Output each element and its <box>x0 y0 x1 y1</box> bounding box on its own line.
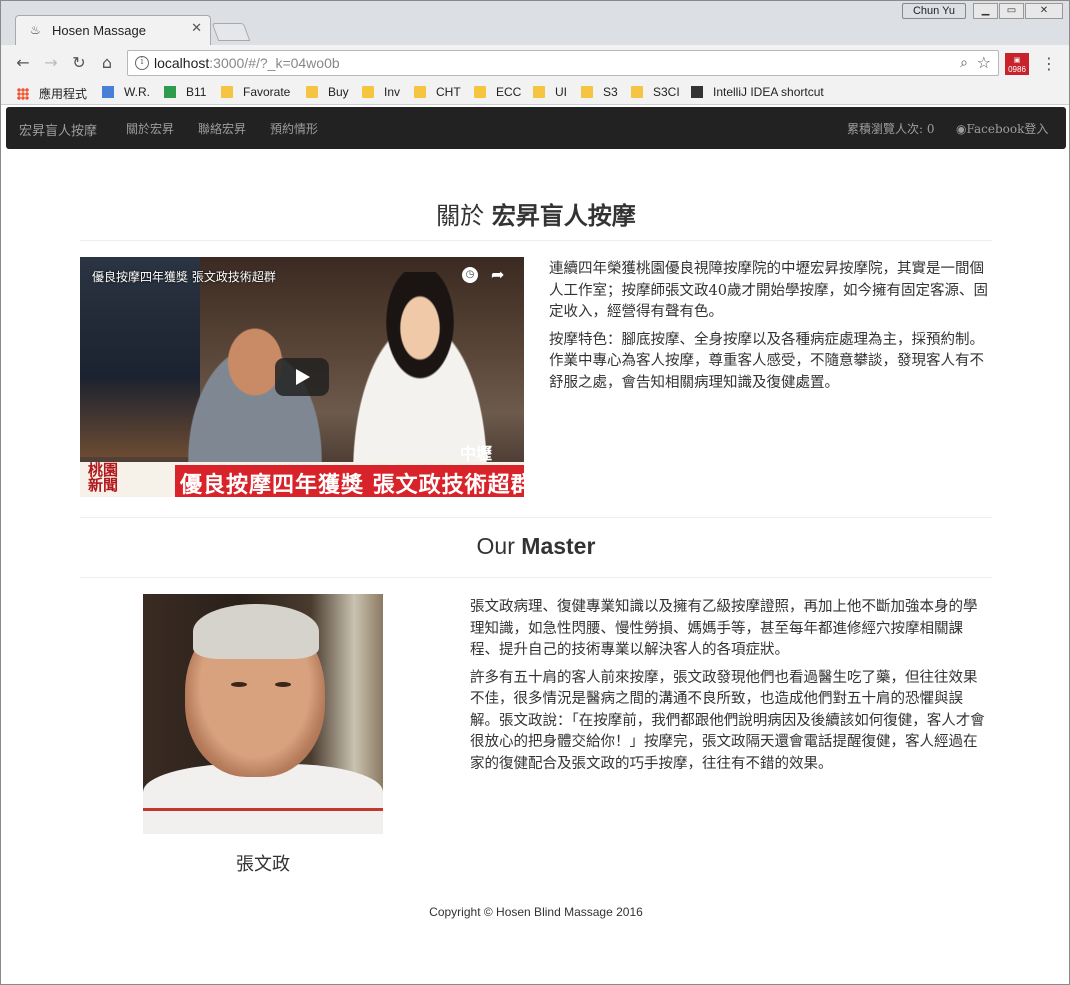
facebook-login-link[interactable]: ◉Facebook登入 <box>956 120 1048 137</box>
master-paragraph: 張文政病理、復健專業知識以及擁有乙級按摩證照，再加上他不斷加強本身的學理知識，如… <box>470 599 978 658</box>
master-name: 張文政 <box>236 854 290 875</box>
home-icon[interactable]: ⌂ <box>97 53 117 73</box>
visitor-counter: 累積瀏覽人次: 0 <box>847 122 935 136</box>
divider <box>80 577 992 578</box>
bookmark-star-icon[interactable]: ☆ <box>977 53 991 72</box>
nav-booking[interactable]: 預約情形 <box>270 120 318 137</box>
photo-stripe <box>143 808 383 811</box>
bookmark-s3ci[interactable]: S3CI <box>631 85 680 99</box>
nav-about[interactable]: 關於宏昇 <box>126 120 174 137</box>
title-bar: ♨ Hosen Massage ✕ Chun Yu ▁ ▭ ✕ <box>1 1 1069 45</box>
play-button[interactable] <box>275 358 329 396</box>
nav-brand[interactable]: 宏昇盲人按摩 <box>19 120 97 139</box>
watch-later-icon[interactable]: ◷ <box>462 267 478 283</box>
folder-icon <box>306 86 318 98</box>
folder-icon <box>221 86 233 98</box>
master-photo <box>143 594 383 834</box>
bookmark-wr[interactable]: W.R. <box>102 85 150 99</box>
tab-title: Hosen Massage <box>52 23 146 38</box>
folder-icon <box>533 86 545 98</box>
bookmark-apps[interactable]: 應用程式 <box>17 85 87 102</box>
close-window-button[interactable]: ✕ <box>1025 3 1063 19</box>
browser-tab[interactable]: ♨ Hosen Massage ✕ <box>15 15 211 45</box>
new-tab-button[interactable] <box>211 23 251 41</box>
apps-icon <box>17 87 29 100</box>
docs-icon <box>102 86 114 98</box>
about-text: 連續四年榮獲桃園優良視障按摩院的中壢宏昇按摩院，其實是一間個人工作室；按摩師張文… <box>549 259 989 394</box>
about-paragraph: 按摩特色：腳底按摩、全身按摩以及各種病症處理為主，採預約制。作業中專心為客人按摩… <box>549 331 984 391</box>
browser-window: ♨ Hosen Massage ✕ Chun Yu ▁ ▭ ✕ ← → ↻ ⌂ … <box>0 0 1070 985</box>
master-text: 張文政病理、復健專業知識以及擁有乙級按摩證照，再加上他不斷加強本身的學理知識，如… <box>470 597 988 775</box>
about-paragraph: 連續四年榮獲桃園優良視障按摩院的中壢宏昇按摩院，其實是一間個人工作室；按摩師張文… <box>549 261 988 320</box>
bookmarks-bar: 應用程式 W.R. B11 Favorate Buy Inv CHT ECC U… <box>1 81 1069 105</box>
minimize-button[interactable]: ▁ <box>973 3 998 19</box>
folder-icon <box>631 86 643 98</box>
divider <box>80 517 992 518</box>
url-text: localhost:3000/#/?_k=04wo0b <box>154 55 340 71</box>
video-station-logo: 桃園 新聞 <box>88 461 119 494</box>
sheets-icon <box>164 86 176 98</box>
photo-eye <box>231 682 247 687</box>
youtube-video-player[interactable]: 桃園 新聞 優良按摩四年獲獎 張文政技術超群 中壢 優良按摩四年獲獎 張文政技術… <box>80 257 524 497</box>
browser-menu-icon[interactable]: ⋮ <box>1041 54 1057 73</box>
video-caption: 優良按摩四年獲獎 張文政技術超群 <box>180 473 524 497</box>
folder-icon <box>414 86 426 98</box>
video-corner-logo: 中壢 <box>460 444 493 463</box>
massage-favicon-icon: ♨ <box>30 23 41 37</box>
browser-toolbar: ← → ↻ ⌂ i localhost:3000/#/?_k=04wo0b ⌕ … <box>1 45 1069 81</box>
reload-icon[interactable]: ↻ <box>69 53 89 73</box>
close-tab-icon[interactable]: ✕ <box>191 21 202 36</box>
folder-icon <box>581 86 593 98</box>
footer-copyright: Copyright © Hosen Blind Massage 2016 <box>429 905 643 919</box>
master-heading: Our Master <box>476 533 596 559</box>
bookmark-intellij[interactable]: IntelliJ IDEA shortcut <box>691 85 824 99</box>
address-bar[interactable]: i localhost:3000/#/?_k=04wo0b ⌕ ☆ <box>127 50 999 76</box>
share-icon[interactable]: ➦ <box>491 265 504 284</box>
site-navbar: 宏昇盲人按摩 關於宏昇 聯絡宏昇 預約情形 累積瀏覽人次: 0 ◉Faceboo… <box>6 107 1066 149</box>
zoom-icon[interactable]: ⌕ <box>960 55 968 71</box>
bookmark-buy[interactable]: Buy <box>306 85 349 99</box>
site-info-icon[interactable]: i <box>135 56 149 70</box>
photo-eye <box>275 682 291 687</box>
folder-icon <box>362 86 374 98</box>
nav-contact[interactable]: 聯絡宏昇 <box>198 120 246 137</box>
play-icon <box>296 369 310 385</box>
bookmark-inv[interactable]: Inv <box>362 85 400 99</box>
photo-hair <box>193 604 319 659</box>
back-arrow-icon[interactable]: ← <box>13 53 33 73</box>
extension-icon[interactable]: ▣ 0986 <box>1005 53 1029 75</box>
profile-button[interactable]: Chun Yu <box>902 3 966 19</box>
bookmark-cht[interactable]: CHT <box>414 85 461 99</box>
bookmark-b11[interactable]: B11 <box>164 85 206 99</box>
video-title[interactable]: 優良按摩四年獲獎 張文政技術超群 <box>92 268 276 285</box>
maximize-button[interactable]: ▭ <box>999 3 1024 19</box>
bookmark-s3[interactable]: S3 <box>581 85 618 99</box>
user-circle-icon: ◉ <box>956 122 967 136</box>
folder-icon <box>474 86 486 98</box>
forward-arrow-icon[interactable]: → <box>41 53 61 73</box>
divider <box>80 240 992 241</box>
bookmark-favorate[interactable]: Favorate <box>221 85 290 99</box>
about-heading: 關於 宏昇盲人按摩 <box>436 201 636 230</box>
bookmark-ecc[interactable]: ECC <box>474 85 521 99</box>
bookmark-ui[interactable]: UI <box>533 85 567 99</box>
master-paragraph: 許多有五十肩的客人前來按摩，張文政發現他們也看過醫生吃了藥，但往往效果不佳，很多… <box>470 669 985 772</box>
intellij-icon <box>691 86 703 98</box>
